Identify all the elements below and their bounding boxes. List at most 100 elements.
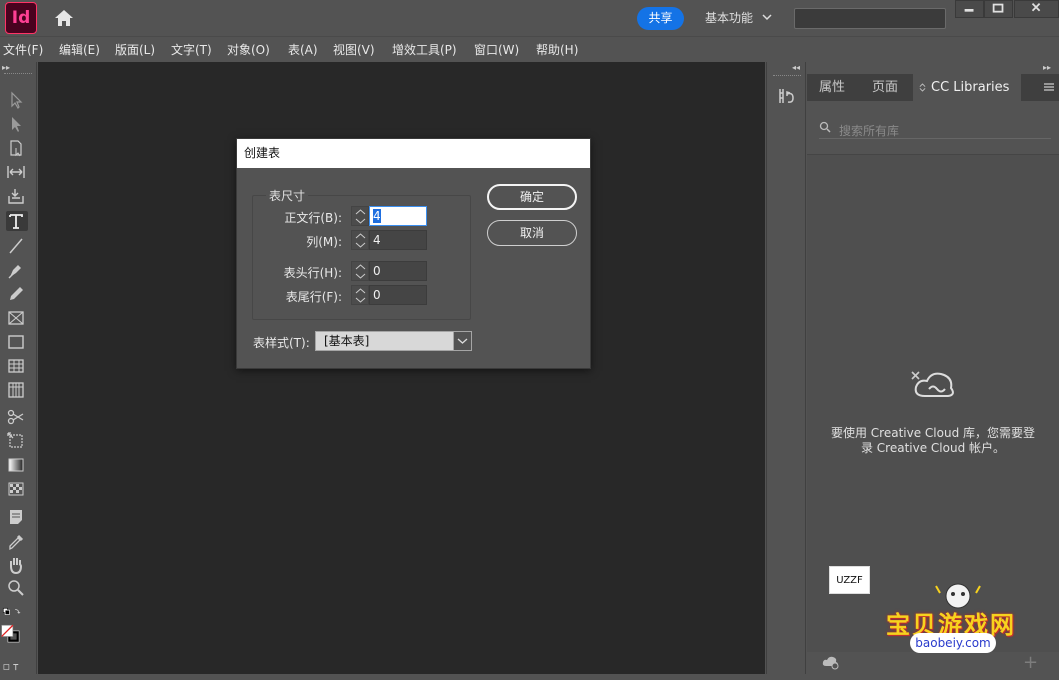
pencil-tool[interactable] xyxy=(6,284,28,304)
body-rows-stepper[interactable] xyxy=(351,206,369,226)
cancel-button[interactable]: 取消 xyxy=(487,220,577,246)
panel-tabs: 属性 页面 CC Libraries xyxy=(807,74,1059,101)
title-bar: Id 共享 基本功能 xyxy=(0,0,1059,36)
note-icon xyxy=(10,510,22,524)
format-container-text-icon xyxy=(3,664,19,671)
collapse-panel-icon[interactable]: ▸▸ xyxy=(1043,63,1051,72)
body-rows-field[interactable]: 4 xyxy=(369,206,427,226)
columns-field[interactable]: 4 xyxy=(369,230,427,250)
zoom-tool[interactable] xyxy=(6,578,28,598)
ok-button[interactable]: 确定 xyxy=(487,184,577,210)
body-rows-value: 4 xyxy=(373,209,381,223)
header-rows-stepper[interactable] xyxy=(351,261,369,281)
direct-selection-icon xyxy=(12,117,21,132)
gap-tool[interactable] xyxy=(6,162,28,182)
hand-icon xyxy=(10,558,23,575)
menu-edit[interactable]: 编辑(E) xyxy=(59,41,100,58)
close-icon xyxy=(1031,3,1041,12)
close-button[interactable] xyxy=(1014,0,1059,18)
type-tool-icon xyxy=(9,214,23,229)
gradient-tool[interactable] xyxy=(6,455,28,475)
search-input[interactable] xyxy=(794,8,946,29)
table-style-select[interactable]: [基本表] xyxy=(315,331,472,351)
columns-stepper[interactable] xyxy=(351,230,369,250)
dialog-title: 创建表 xyxy=(237,139,590,168)
menu-layout[interactable]: 版面(L) xyxy=(115,41,155,58)
menu-file[interactable]: 文件(F) xyxy=(3,41,43,58)
type-tool[interactable] xyxy=(6,211,28,231)
reorder-icon xyxy=(919,83,926,92)
scissors-tool[interactable] xyxy=(6,407,28,427)
maximize-button[interactable] xyxy=(984,0,1013,18)
swap-fill-stroke-icon xyxy=(2,607,21,615)
rectangle-tool[interactable] xyxy=(6,332,28,352)
footer-rows-label: 表尾行(F): xyxy=(285,290,342,304)
gradient-feather-tool[interactable] xyxy=(6,479,28,499)
menu-table[interactable]: 表(A) xyxy=(288,41,318,58)
creative-cloud-disconnected-icon xyxy=(911,371,954,397)
line-tool-icon xyxy=(9,238,23,254)
tab-properties[interactable]: 属性 xyxy=(807,74,857,101)
eyedropper-tool[interactable] xyxy=(6,532,28,552)
fill-stroke-default[interactable] xyxy=(2,602,34,618)
workspace-switcher[interactable]: 基本功能 xyxy=(705,9,753,26)
fill-stroke-swatch-icon xyxy=(1,624,20,643)
footer-rows-stepper[interactable] xyxy=(351,285,369,305)
pencil-tool-icon xyxy=(10,287,23,300)
pen-tool[interactable] xyxy=(6,260,28,280)
line-tool[interactable] xyxy=(6,236,28,256)
header-rows-field[interactable]: 0 xyxy=(369,261,427,281)
collapse-toggle-icon[interactable]: ▸▸ xyxy=(2,63,10,72)
body-rows-label: 正文行(B): xyxy=(284,211,342,225)
menu-type[interactable]: 文字(T) xyxy=(171,41,212,58)
footer-rows-field[interactable]: 0 xyxy=(369,285,427,305)
stepper-arrows-icon xyxy=(355,233,366,248)
hand-tool[interactable] xyxy=(6,555,28,575)
minimize-button[interactable] xyxy=(955,0,984,18)
menu-bar: 文件(F) 编辑(E) 版面(L) 文字(T) 对象(O) 表(A) 视图(V)… xyxy=(0,36,1059,60)
gradient-icon xyxy=(8,458,24,472)
free-transform-tool[interactable] xyxy=(6,431,28,451)
tab-cc-libraries-label: CC Libraries xyxy=(931,80,1010,95)
menu-object[interactable]: 对象(O) xyxy=(227,41,270,58)
selection-tool[interactable] xyxy=(6,90,28,110)
direct-selection-tool[interactable] xyxy=(6,114,28,134)
tab-cc-libraries[interactable]: CC Libraries xyxy=(913,74,1022,101)
menu-window[interactable]: 窗口(W) xyxy=(474,41,519,58)
share-button[interactable]: 共享 xyxy=(637,7,684,30)
tab-pages[interactable]: 页面 xyxy=(860,74,910,101)
stepper-arrows-icon xyxy=(355,288,366,303)
expand-panels-icon[interactable]: ◂◂ xyxy=(792,63,800,72)
grid-tool[interactable] xyxy=(6,380,28,400)
panel-menu-icon[interactable] xyxy=(1043,82,1055,92)
rectangle-frame-icon xyxy=(8,311,24,325)
rectangle-icon xyxy=(8,335,24,349)
home-icon xyxy=(55,10,73,26)
menu-view[interactable]: 视图(V) xyxy=(333,41,375,58)
library-search-field[interactable]: 搜索所有库 xyxy=(819,119,1051,139)
panel-grip[interactable] xyxy=(4,73,32,76)
search-icon xyxy=(819,121,831,133)
content-collector-tool[interactable] xyxy=(6,186,28,206)
menu-plugins[interactable]: 增效工具(P) xyxy=(392,41,457,58)
cc-libraries-panel-icon[interactable] xyxy=(777,86,797,106)
minimize-icon xyxy=(964,9,974,12)
chevron-down-icon[interactable] xyxy=(762,12,772,22)
page-tool[interactable] xyxy=(6,138,28,158)
cloud-sync-icon[interactable] xyxy=(821,654,841,670)
sign-in-message: 要使用 Creative Cloud 库，您需要登录 Creative Clou… xyxy=(830,426,1036,455)
table-style-dropdown-button[interactable] xyxy=(453,331,472,351)
panel-grip[interactable] xyxy=(773,75,801,78)
table-style-label: 表样式(T): xyxy=(253,336,310,350)
table-tool[interactable] xyxy=(6,356,28,376)
menu-help[interactable]: 帮助(H) xyxy=(536,41,578,58)
columns-label: 列(M): xyxy=(306,235,342,249)
maximize-icon xyxy=(992,3,1004,13)
stepper-arrows-icon xyxy=(355,209,366,224)
rectangle-frame-tool[interactable] xyxy=(6,308,28,328)
home-button[interactable] xyxy=(53,8,75,28)
grid-frame-icon xyxy=(8,382,24,398)
fill-stroke-swatch[interactable] xyxy=(1,624,33,654)
formatting-affects[interactable] xyxy=(2,657,34,671)
note-tool[interactable] xyxy=(6,507,28,527)
